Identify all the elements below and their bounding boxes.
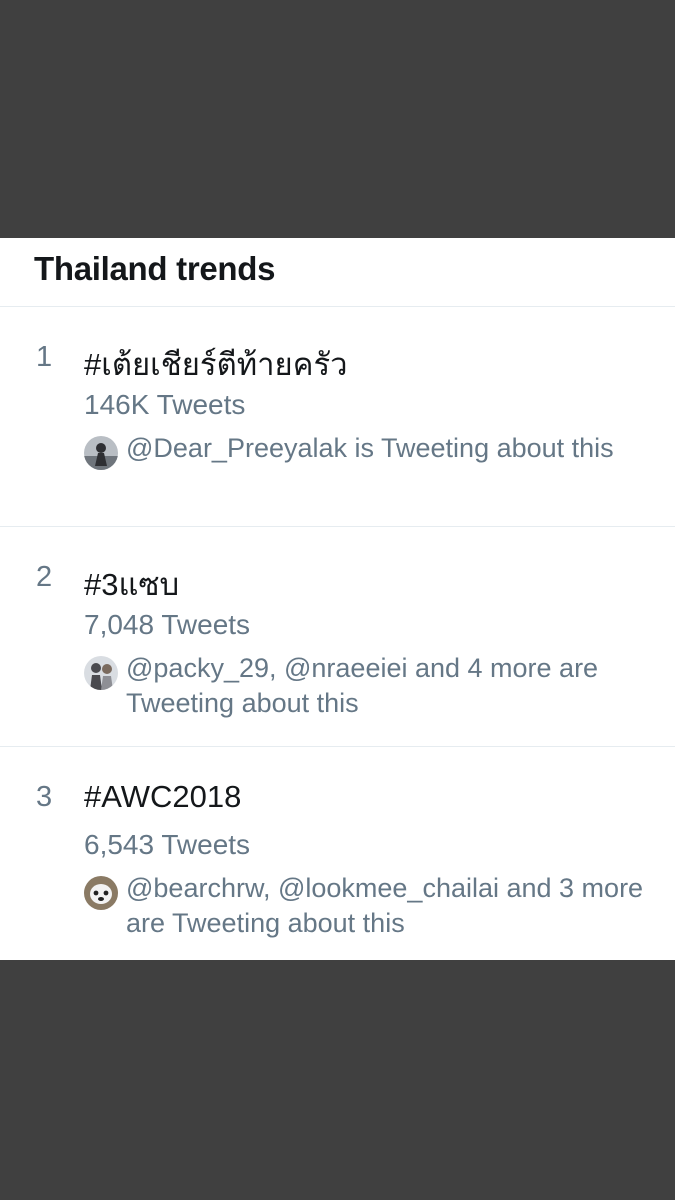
trend-context: @bearchrw, @lookmee_chailai and 3 more a… — [84, 871, 644, 941]
trend-hashtag[interactable]: #เต้ยเชียร์ตีท้ายครัว — [84, 339, 348, 389]
trend-rank: 1 — [36, 341, 53, 373]
trend-item[interactable]: 3 #AWC2018 6,543 Tweets @bearchrw, @look… — [0, 747, 675, 967]
trend-rank: 3 — [36, 781, 53, 813]
trend-hashtag[interactable]: #3แซบ — [84, 559, 179, 609]
trend-tweet-count: 6,543 Tweets — [84, 829, 251, 860]
trends-header: Thailand trends — [0, 238, 675, 307]
trend-item[interactable]: 1 #เต้ยเชียร์ตีท้ายครัว 146K Tweets @Dea… — [0, 307, 675, 527]
trend-context-text: @Dear_Preeyalak is Tweeting about this — [126, 433, 614, 463]
trend-tweet-count: 146K Tweets — [84, 389, 246, 420]
trend-context-text: @bearchrw, @lookmee_chailai and 3 more a… — [126, 873, 644, 938]
avatar — [84, 656, 118, 690]
trend-item[interactable]: 2 #3แซบ 7,048 Tweets @packy_29, @nraeeie… — [0, 527, 675, 747]
trend-context: @packy_29, @nraeeiei and 4 more are Twee… — [84, 651, 644, 721]
trend-context-text: @packy_29, @nraeeiei and 4 more are Twee… — [126, 653, 599, 718]
trends-title: Thailand trends — [34, 250, 276, 287]
trend-rank: 2 — [36, 561, 53, 593]
trends-panel: Thailand trends 1 #เต้ยเชียร์ตีท้ายครัว … — [0, 238, 675, 960]
trend-hashtag[interactable]: #AWC2018 — [84, 779, 241, 815]
avatar — [84, 436, 118, 470]
avatar — [84, 876, 118, 910]
trend-context: @Dear_Preeyalak is Tweeting about this — [84, 431, 644, 470]
trend-tweet-count: 7,048 Tweets — [84, 609, 251, 640]
